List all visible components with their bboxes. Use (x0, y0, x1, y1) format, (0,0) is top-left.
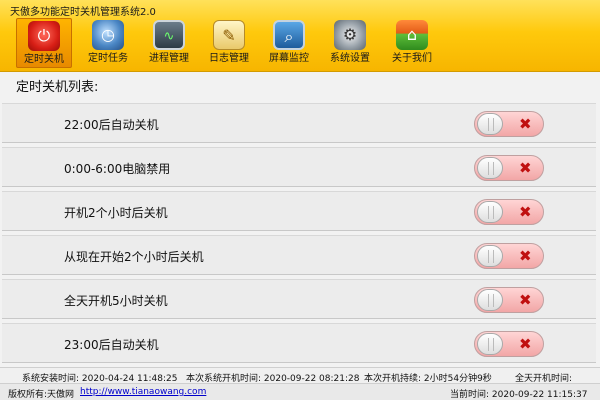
status-bar: 系统安装时间: 2020-04-24 11:48:25 本次系统开机时间: 20… (0, 367, 600, 384)
schedule-toggle[interactable]: ✖ (474, 287, 544, 313)
toggle-knob (477, 245, 503, 267)
toggle-knob (477, 289, 503, 311)
close-icon: ✖ (519, 159, 532, 177)
close-icon: ✖ (519, 203, 532, 221)
list-item: 从现在开始2个小时后关机 ✖ (2, 235, 596, 275)
list-item: 22:00后自动关机 ✖ (2, 103, 596, 143)
notepad-icon: ✎ (213, 20, 245, 50)
close-icon: ✖ (519, 291, 532, 309)
schedule-toggle[interactable]: ✖ (474, 243, 544, 269)
gear-icon: ⚙ (334, 20, 366, 50)
toggle-knob (477, 113, 503, 135)
list-item: 开机2个小时后关机 ✖ (2, 191, 596, 231)
process-monitor-icon: ∿ (153, 20, 185, 50)
tab-label: 定时任务 (88, 53, 128, 64)
screen-monitor-icon: ⌕ (273, 20, 305, 50)
footer-bar: 版权所有:天傲网 http://www.tianaowang.com 当前时间:… (0, 383, 600, 400)
schedule-label: 从现在开始2个小时后关机 (64, 250, 204, 264)
tab-system-settings[interactable]: ⚙ 系统设置 (322, 18, 378, 68)
list-item: 23:00后自动关机 ✖ (2, 323, 596, 363)
schedule-label: 0:00-6:00电脑禁用 (64, 162, 171, 176)
toggle-knob (477, 201, 503, 223)
schedule-label: 开机2个小时后关机 (64, 206, 168, 220)
tab-label: 屏幕监控 (269, 53, 309, 64)
power-icon: ⏻ (28, 21, 60, 51)
tab-label: 系统设置 (330, 53, 370, 64)
close-icon: ✖ (519, 247, 532, 265)
toggle-knob (477, 333, 503, 355)
schedule-toggle[interactable]: ✖ (474, 155, 544, 181)
app-title: 天傲多功能定时关机管理系统2.0 (10, 7, 156, 18)
close-icon: ✖ (519, 115, 532, 133)
copyright: 版权所有:天傲网 (8, 390, 75, 400)
toggle-knob (477, 157, 503, 179)
house-icon: ⌂ (396, 20, 428, 50)
tab-label: 日志管理 (209, 53, 249, 64)
list-title: 定时关机列表: (16, 80, 99, 95)
tab-label: 关于我们 (392, 53, 432, 64)
schedule-toggle[interactable]: ✖ (474, 331, 544, 357)
current-time: 当前时间: 2020-09-22 11:15:37 (450, 390, 588, 400)
tab-about-us[interactable]: ⌂ 关于我们 (384, 18, 440, 68)
tab-screen-monitor[interactable]: ⌕ 屏幕监控 (261, 18, 317, 68)
toolbar: 天傲多功能定时关机管理系统2.0 ⏻ 定时关机 ◷ 定时任务 ∿ 进程管理 ✎ … (0, 0, 600, 72)
close-icon: ✖ (519, 335, 532, 353)
tab-process-management[interactable]: ∿ 进程管理 (141, 18, 197, 68)
tab-label: 定时关机 (24, 54, 64, 65)
schedule-label: 23:00后自动关机 (64, 338, 159, 352)
list-item: 全天开机5小时关机 ✖ (2, 279, 596, 319)
website-link[interactable]: http://www.tianaowang.com (80, 387, 206, 397)
schedule-toggle[interactable]: ✖ (474, 111, 544, 137)
schedule-label: 22:00后自动关机 (64, 118, 159, 132)
list-item: 0:00-6:00电脑禁用 ✖ (2, 147, 596, 187)
schedule-label: 全天开机5小时关机 (64, 294, 168, 308)
schedule-toggle[interactable]: ✖ (474, 199, 544, 225)
tab-log-management[interactable]: ✎ 日志管理 (201, 18, 257, 68)
tab-label: 进程管理 (149, 53, 189, 64)
clock-icon: ◷ (92, 20, 124, 50)
tab-scheduled-shutdown[interactable]: ⏻ 定时关机 (16, 18, 72, 68)
tab-scheduled-tasks[interactable]: ◷ 定时任务 (80, 18, 136, 68)
